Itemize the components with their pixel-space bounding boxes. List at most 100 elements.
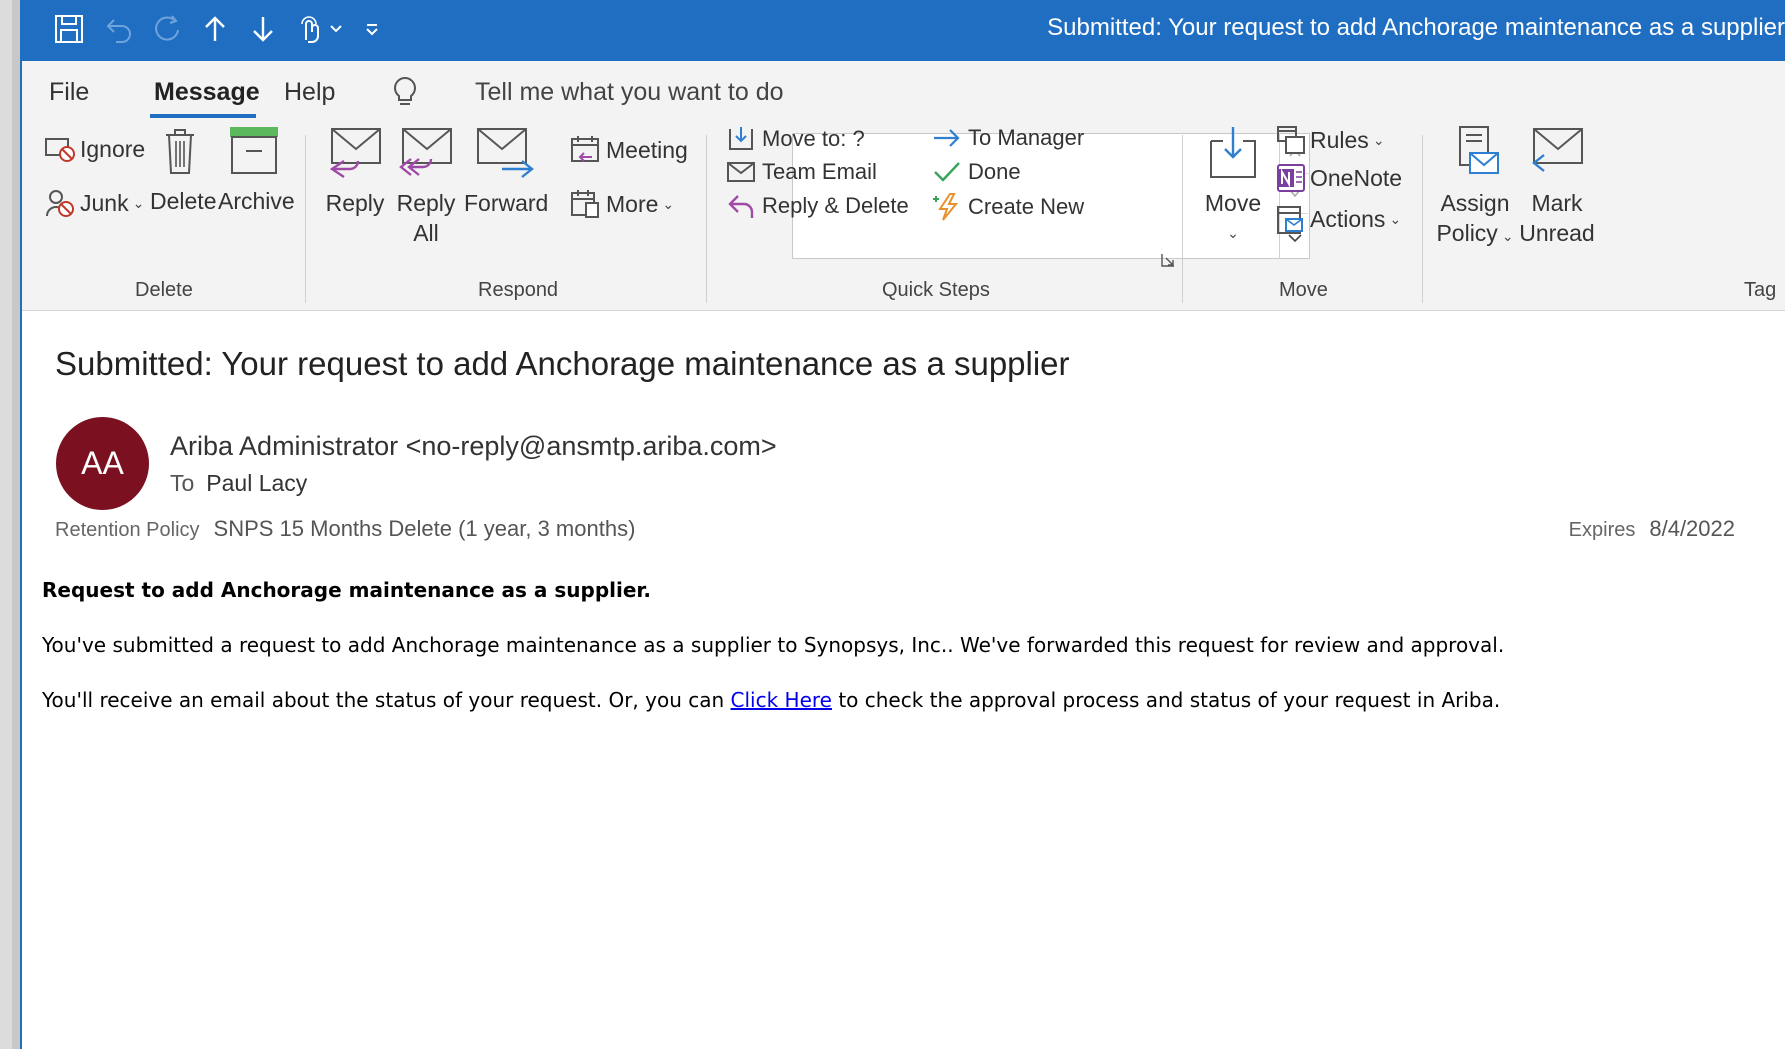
reply-all-label-2: All: [413, 220, 439, 246]
previous-item-icon[interactable]: [198, 12, 232, 46]
tab-help[interactable]: Help: [284, 78, 335, 107]
quick-steps-group-label: Quick Steps: [882, 279, 990, 301]
archive-icon: [230, 127, 278, 174]
assign-policy-icon: [1459, 126, 1499, 174]
body-line-2-pre: You'll receive an email about the status…: [42, 688, 731, 712]
archive-button[interactable]: Archive: [218, 125, 295, 216]
reply-delete-icon: [728, 195, 754, 218]
quick-step-create-new[interactable]: Create New: [932, 192, 1084, 222]
lightning-icon: [933, 193, 959, 221]
create-new-label: Create New: [968, 194, 1085, 219]
onenote-button[interactable]: OneNote: [1276, 163, 1402, 193]
onenote-label: OneNote: [1310, 164, 1403, 191]
junk-button[interactable]: Junk ⌄: [44, 188, 144, 218]
forward-icon: [477, 128, 534, 178]
assign-policy-label-2: Policy: [1436, 220, 1498, 246]
junk-icon: [46, 190, 74, 217]
ignore-button[interactable]: Ignore: [44, 135, 145, 163]
lightbulb-icon: [390, 75, 420, 114]
team-email-icon: [727, 162, 755, 182]
recipient-name[interactable]: Paul Lacy: [206, 470, 307, 496]
forward-label: Forward: [464, 190, 549, 216]
reply-label: Reply: [325, 190, 385, 216]
avatar[interactable]: AA: [56, 417, 149, 510]
rules-icon: [1277, 126, 1305, 154]
mark-unread-icon: [1532, 128, 1583, 172]
quick-step-reply-delete[interactable]: Reply & Delete: [726, 192, 909, 220]
rules-button[interactable]: Rules ⌄: [1276, 125, 1385, 155]
move-icon: [1210, 127, 1256, 178]
recipients-line: To Paul Lacy: [170, 470, 307, 497]
rules-label: Rules: [1310, 126, 1369, 153]
to-manager-label: To Manager: [968, 125, 1085, 150]
junk-label: Junk: [80, 189, 129, 216]
customize-toolbar-icon[interactable]: [362, 12, 382, 46]
more-respond-button[interactable]: More ⌄: [570, 189, 674, 219]
reply-all-button[interactable]: Reply All: [396, 125, 456, 248]
body-heading: Request to add Anchorage maintenance as …: [42, 578, 652, 602]
left-window-edge: [0, 0, 20, 1049]
mark-unread-label-1: Mark: [1531, 190, 1583, 216]
tags-group-label: Tag: [1744, 279, 1777, 301]
save-icon[interactable]: [52, 12, 86, 46]
mark-unread-button[interactable]: Mark Unread: [1518, 125, 1596, 248]
actions-label: Actions: [1310, 205, 1386, 232]
window-title: Submitted: Your request to add Anchorage…: [1047, 14, 1785, 41]
dialog-launcher-icon[interactable]: [1160, 252, 1176, 273]
meeting-icon: [571, 136, 599, 162]
move-label: Move: [1204, 190, 1262, 216]
tab-message[interactable]: Message: [154, 78, 260, 107]
body-line-1: You've submitted a request to add Anchor…: [42, 633, 1505, 657]
forward-button[interactable]: Forward: [464, 125, 549, 218]
ribbon: Ignore Junk ⌄ Delete Archive Delete Reply…: [22, 125, 1785, 311]
move-to-icon: [729, 127, 753, 150]
quick-step-done[interactable]: Done: [932, 159, 1021, 185]
quick-step-team-email[interactable]: Team Email: [726, 159, 877, 185]
onenote-icon: [1277, 164, 1305, 192]
undo-icon[interactable]: [102, 12, 136, 46]
tell-me-search[interactable]: Tell me what you want to do: [475, 78, 784, 107]
checkmark-icon: [934, 162, 960, 182]
respond-group-label: Respond: [478, 279, 559, 301]
more-icon: [571, 190, 599, 218]
delete-group-label: Delete: [135, 279, 193, 301]
next-item-icon[interactable]: [246, 12, 280, 46]
touch-dropdown-icon[interactable]: [328, 12, 344, 46]
ignore-label: Ignore: [80, 135, 146, 162]
tab-file[interactable]: File: [49, 78, 89, 107]
group-separator: [305, 135, 306, 303]
mark-unread-label-2: Unread: [1519, 220, 1595, 246]
reply-button[interactable]: Reply: [322, 125, 388, 218]
retention-policy: Retention Policy SNPS 15 Months Delete (1…: [55, 516, 635, 542]
assign-policy-button[interactable]: Assign Policy ⌄: [1436, 125, 1514, 251]
reply-icon: [329, 128, 381, 178]
quick-step-to-manager[interactable]: To Manager: [932, 125, 1084, 151]
arrow-right-icon: [934, 129, 960, 147]
group-separator: [1422, 135, 1423, 303]
click-here-link[interactable]: Click Here: [731, 688, 832, 712]
sender-name[interactable]: Ariba Administrator <no-reply@ansmtp.ari…: [170, 431, 777, 462]
assign-policy-label-1: Assign: [1440, 190, 1510, 216]
redo-icon[interactable]: [150, 12, 184, 46]
touch-mode-icon[interactable]: [292, 12, 326, 46]
active-tab-indicator: [150, 114, 256, 118]
team-email-label: Team Email: [762, 159, 877, 184]
expires-label: Expires: [1568, 519, 1636, 541]
meeting-label: Meeting: [606, 136, 688, 163]
quick-step-move-to[interactable]: Move to: ?: [726, 125, 865, 153]
move-button[interactable]: Move ⌄: [1200, 125, 1266, 248]
reply-all-icon: [399, 128, 452, 176]
ribbon-tabs: File Message Help Tell me what you want …: [22, 61, 1785, 125]
archive-label: Archive: [218, 188, 295, 214]
meeting-button[interactable]: Meeting: [570, 135, 688, 165]
expires-value: 8/4/2022: [1649, 516, 1735, 541]
reply-all-label-1: Reply: [396, 190, 456, 216]
message-window: Submitted: Your request to add Anchorage…: [20, 0, 1785, 1049]
delete-button[interactable]: Delete: [150, 125, 216, 216]
actions-button[interactable]: Actions ⌄: [1276, 203, 1401, 235]
group-separator: [706, 135, 707, 303]
actions-icon: [1277, 206, 1303, 234]
move-group-label: Move: [1279, 279, 1328, 301]
more-label: More: [606, 190, 659, 217]
title-bar: Submitted: Your request to add Anchorage…: [22, 0, 1785, 61]
